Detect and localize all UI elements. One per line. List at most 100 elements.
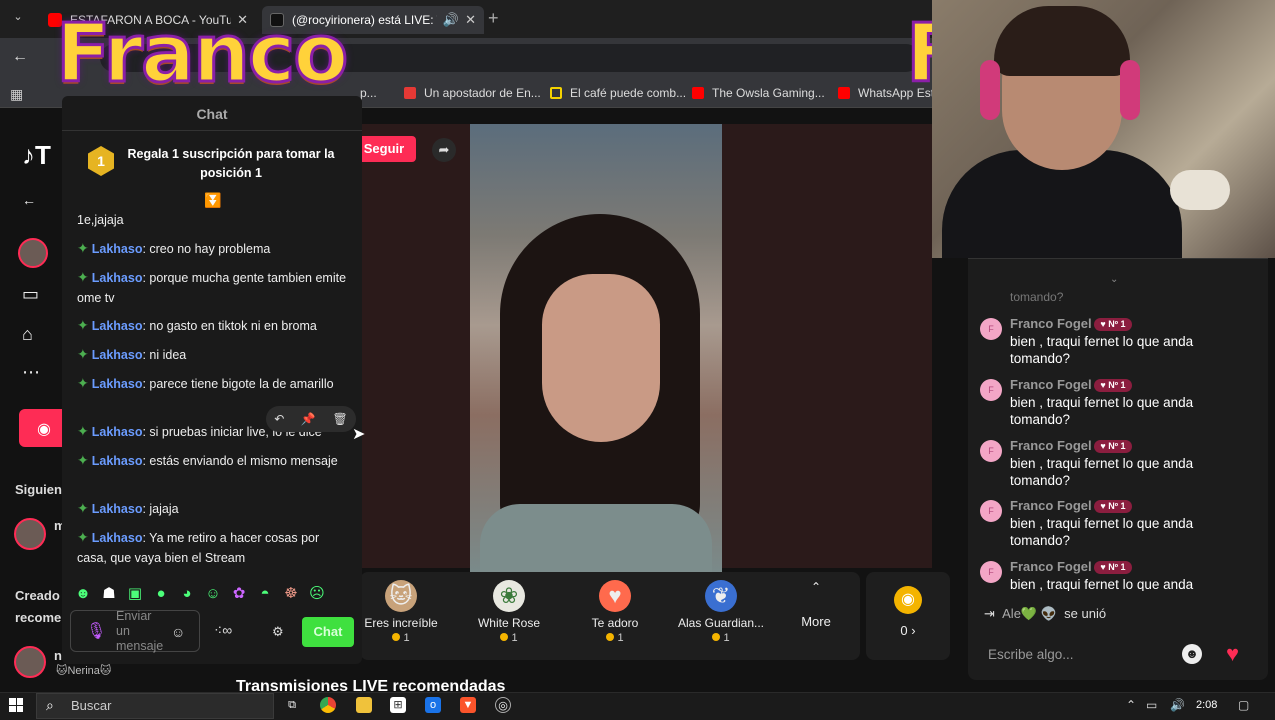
emote-icon[interactable]: ☺	[202, 584, 224, 604]
more-dots-icon[interactable]: ⋯	[22, 362, 40, 383]
emote-icon[interactable]: ☗	[98, 584, 120, 604]
brave-icon[interactable]: ▼	[460, 697, 476, 713]
sparkle-icon: ✦	[77, 346, 89, 362]
back-arrow-icon[interactable]: ←	[12, 48, 28, 66]
back-arrow-icon[interactable]: ←	[22, 192, 36, 208]
send-chat-button[interactable]: Chat	[302, 617, 354, 647]
avatar[interactable]: F	[980, 440, 1002, 462]
coin-icon	[392, 633, 401, 641]
mouse-cursor-icon: ➤	[352, 426, 366, 443]
volume-icon[interactable]: 🔊	[1170, 698, 1185, 712]
headphone-icon	[1120, 60, 1140, 120]
windows-start-icon[interactable]	[9, 698, 23, 712]
gift-name: Te adoro	[591, 616, 639, 630]
chat-message: ✦ Lakhaso: porque mucha gente tambien emi…	[77, 269, 347, 305]
avatar[interactable]: F	[980, 379, 1002, 401]
gift-price: 1	[346, 632, 456, 644]
more-gifts-button[interactable]: ⌃ More	[786, 580, 846, 629]
bookmark-label: Un apostador de En...	[424, 86, 541, 100]
home-icon[interactable]: ⌂	[22, 324, 33, 345]
tiktok-logo[interactable]: ♪T	[22, 140, 51, 171]
chat-username[interactable]: Franco Fogel	[1010, 561, 1092, 574]
coin-icon	[500, 633, 509, 641]
share-arrow-icon[interactable]: ➦	[432, 138, 456, 162]
reply-icon[interactable]: ↶	[274, 412, 284, 426]
notifications-icon[interactable]: ▢	[1238, 698, 1249, 712]
apps-grid-icon[interactable]: ▦	[10, 86, 23, 103]
join-username[interactable]: Ale💚 👽	[1002, 606, 1057, 621]
scroll-to-bottom-icon[interactable]: ⏬	[204, 192, 221, 209]
heart-icon: ♥	[599, 580, 631, 612]
chat-username[interactable]: Franco Fogel	[1010, 438, 1092, 453]
chat-username[interactable]: Franco Fogel	[1010, 316, 1092, 331]
live-camera-icon[interactable]: ▭	[22, 284, 39, 305]
bookmark-item[interactable]: Un apostador de En...	[404, 86, 541, 100]
avatar[interactable]: F	[980, 318, 1002, 340]
outlook-icon[interactable]: o	[425, 697, 441, 713]
chat-username[interactable]: Franco Fogel	[1010, 377, 1092, 392]
gift-item[interactable]: ♥ Te adoro 1	[560, 580, 670, 644]
chat-message-text: bien , traqui fernet lo que anda tomando…	[1010, 334, 1194, 366]
obs-icon[interactable]: ◎	[495, 697, 511, 713]
chrome-icon[interactable]	[320, 697, 336, 713]
emote-icon[interactable]: ▣	[124, 584, 146, 604]
rose-icon: ❀	[493, 580, 525, 612]
tab-search-icon[interactable]: ⌄	[8, 10, 28, 28]
youtube-favicon-icon	[692, 87, 704, 99]
pin-icon[interactable]: 📌	[301, 412, 316, 426]
chevron-down-icon[interactable]: ⌄	[1110, 274, 1118, 285]
bookmark-item[interactable]: El café puede comb...	[550, 86, 686, 100]
bookmark-item[interactable]: The Owsla Gaming...	[692, 86, 825, 100]
coin-icon: ◉	[894, 586, 922, 614]
emote-icon[interactable]: ✿	[228, 584, 250, 604]
sidebar-following-avatar[interactable]	[14, 518, 46, 550]
gift-item[interactable]: ❦ Alas Guardian... 1	[666, 580, 776, 644]
like-heart-icon[interactable]: ♥	[1226, 641, 1239, 667]
file-explorer-icon[interactable]	[356, 697, 372, 713]
gear-icon[interactable]: ⚙	[272, 624, 284, 640]
emote-icon[interactable]: ☹	[306, 584, 328, 604]
bookmark-item[interactable]: p...	[360, 86, 377, 100]
microphone-icon[interactable]: 🎙	[86, 621, 106, 641]
network-icon[interactable]: ▭	[1146, 698, 1157, 712]
speaker-icon[interactable]: 🔊	[443, 12, 459, 28]
streamer-name-overlay-right: F	[906, 14, 932, 94]
chevron-up-icon[interactable]: ⌃	[1126, 698, 1136, 712]
sparkle-icon: ✦	[77, 240, 89, 256]
emote-icon[interactable]: ●	[150, 584, 172, 604]
webcam-background-dog	[1170, 170, 1230, 210]
bookmark-favicon-icon	[404, 87, 416, 99]
chat-footer-user: 🐱Nerina🐱	[56, 665, 112, 677]
store-icon[interactable]: ⊞	[390, 697, 406, 713]
avatar[interactable]: F	[980, 561, 1002, 583]
gift-item[interactable]: 🐱 Eres increíble 1	[346, 580, 456, 644]
chat-message-text: bien , traqui fernet lo que anda tomando…	[1010, 516, 1194, 548]
emote-icon[interactable]: ☸	[280, 584, 302, 604]
tab-close-icon[interactable]: ✕	[465, 12, 476, 28]
chat-username[interactable]: Franco Fogel	[1010, 498, 1092, 513]
gift-item[interactable]: ❀ White Rose 1	[454, 580, 564, 644]
avatar[interactable]	[18, 238, 48, 268]
sidebar-user-name[interactable]: n	[54, 648, 62, 663]
chat-title: Chat	[196, 106, 228, 122]
points-infinity-icon[interactable]: ⁖∞	[214, 622, 232, 639]
emote-icon[interactable]: ◕	[176, 584, 198, 604]
emote-icon[interactable]: ◓	[254, 584, 276, 604]
emote-icon[interactable]: ☻	[72, 584, 94, 604]
video-subject-shirt	[480, 504, 712, 572]
sidebar-recommended-avatar[interactable]	[14, 646, 46, 678]
live-video[interactable]	[470, 124, 722, 572]
emoji-icon[interactable]: ☻	[1182, 644, 1202, 664]
coins-button[interactable]: ◉ 0 ›	[866, 572, 950, 660]
task-view-icon[interactable]: ⧉	[284, 697, 300, 713]
avatar[interactable]: F	[980, 500, 1002, 522]
clock[interactable]: 2:08	[1196, 699, 1217, 711]
right-chat-input-placeholder: Escribe algo...	[988, 647, 1074, 662]
emoji-icon[interactable]: ☺	[171, 624, 185, 640]
new-tab-button[interactable]: +	[488, 8, 499, 29]
chevron-up-icon: ⌃	[810, 580, 822, 594]
taskbar-search-placeholder: Buscar	[71, 698, 112, 713]
gift-name: White Rose	[477, 616, 541, 630]
trash-icon[interactable]: 🗑	[332, 412, 347, 426]
divider	[62, 130, 362, 131]
